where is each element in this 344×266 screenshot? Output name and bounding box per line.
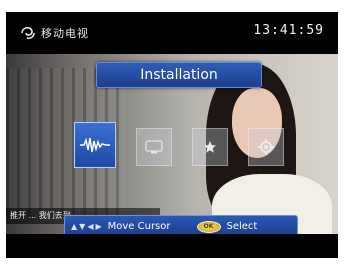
- arrow-keys-icon: ▲ ▼ ◀ ▶: [71, 221, 102, 231]
- swirl-logo-icon: [21, 26, 35, 40]
- channel-name: 移动电视: [41, 27, 89, 40]
- arrow-down-icon: ▼: [79, 221, 86, 231]
- menu-tile-star[interactable]: [192, 128, 228, 166]
- waveform-icon: [80, 137, 110, 153]
- tv-screen: 移动电视 13:41:59 Installation 推开 ... 我们去到..…: [6, 12, 338, 258]
- menu-title-bar: Installation: [96, 62, 262, 88]
- arrow-up-icon: ▲: [71, 221, 78, 231]
- menu-tile-display[interactable]: [136, 128, 172, 166]
- display-icon: [145, 140, 163, 154]
- menu-title: Installation: [140, 67, 218, 83]
- select-label: Select: [226, 221, 258, 232]
- top-bar: 移动电视 13:41:59: [6, 12, 338, 52]
- clock-display: 13:41:59: [253, 23, 324, 38]
- ok-button-icon: OK: [196, 220, 221, 233]
- menu-icon-row: [6, 120, 338, 174]
- arrow-left-icon: ◀: [87, 221, 94, 231]
- arrow-right-icon: ▶: [95, 221, 102, 231]
- menu-tile-gear[interactable]: [248, 128, 284, 166]
- gear-icon: [258, 139, 274, 155]
- move-cursor-label: Move Cursor: [107, 221, 171, 232]
- bottom-bar: [6, 234, 338, 258]
- menu-tile-waveform[interactable]: [74, 122, 116, 168]
- star-icon: [204, 141, 216, 153]
- channel-logo: 移动电视: [20, 24, 89, 42]
